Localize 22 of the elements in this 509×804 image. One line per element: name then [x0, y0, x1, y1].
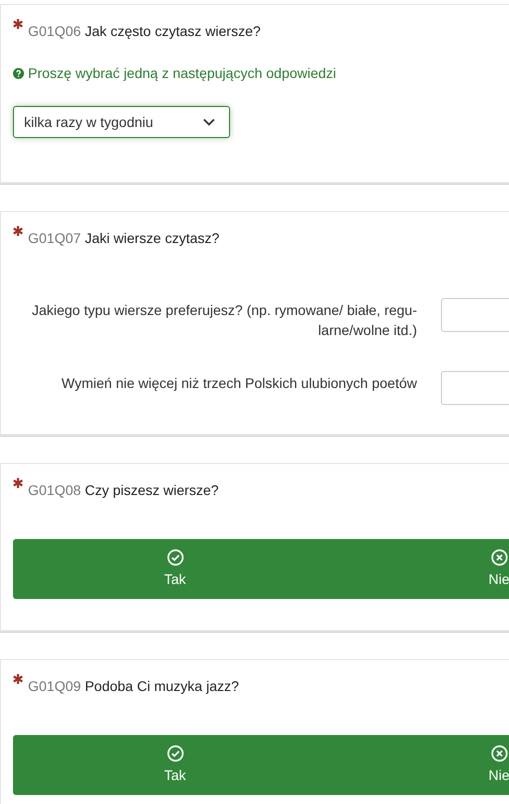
- answer-option-button[interactable]: Tak: [13, 539, 337, 599]
- answer-dropdown[interactable]: kilka razy w tygodniu: [13, 106, 230, 138]
- question-text: Jaki wiersze czytasz?: [84, 230, 220, 246]
- help-text: Proszę wybrać jedną z następujących odpowiedzi: [28, 64, 336, 83]
- question-code: G01Q06: [28, 23, 81, 39]
- check-circle-icon: [166, 744, 184, 762]
- answer-option-button[interactable]: Nie: [337, 735, 509, 795]
- check-circle-icon: [166, 548, 184, 566]
- subquestion-label: Jakiego typu wiersze preferujesz? (np. rymowane/ białe, regu-larne/wolne itd.): [30, 301, 417, 340]
- close-circle-icon: [490, 744, 508, 762]
- question-text: Czy piszesz wiersze?: [84, 482, 219, 498]
- answer-option-button[interactable]: Nie: [337, 539, 509, 599]
- question-code: G01Q08: [28, 482, 81, 498]
- question-code: G01Q07: [28, 230, 81, 246]
- question-text: Podoba Ci muzyka jazz?: [84, 678, 239, 694]
- help-icon: [13, 68, 24, 79]
- chevron-down-icon: [203, 118, 215, 126]
- question-code: G01Q09: [28, 678, 81, 694]
- question-text: Jak często czytasz wiersze?: [84, 23, 261, 39]
- answer-option-button[interactable]: Tak: [13, 735, 337, 795]
- close-circle-icon: [490, 548, 508, 566]
- subquestion-label: Wymień nie więcej niż trzech Polskich ulubionych poetów: [60, 374, 417, 393]
